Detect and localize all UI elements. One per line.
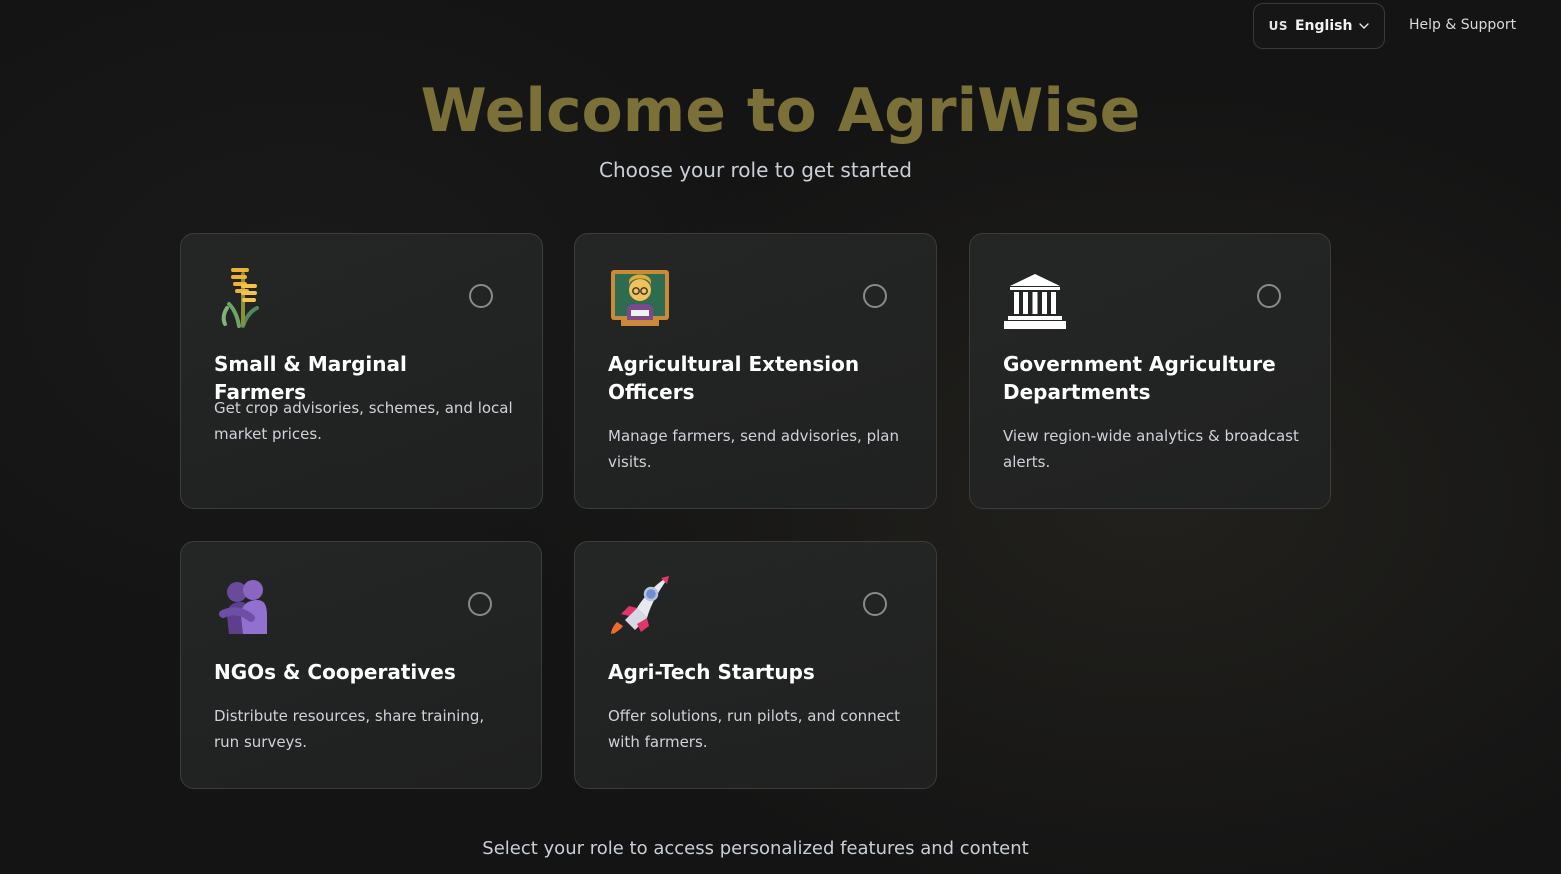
- role-card-extension-officers[interactable]: Agricultural Extension Officers Manage f…: [574, 233, 937, 509]
- role-radio[interactable]: [1257, 284, 1281, 308]
- role-title: Government Agriculture Departments: [1003, 352, 1276, 404]
- role-card-government[interactable]: Government Agriculture Departments View …: [969, 233, 1331, 509]
- role-description: View region-wide analytics & broadcast a…: [1003, 427, 1299, 471]
- help-support-link[interactable]: Help & Support: [1409, 17, 1516, 33]
- role-radio[interactable]: [863, 592, 887, 616]
- role-card-agritech-startups[interactable]: Agri-Tech Startups Offer solutions, run …: [574, 541, 937, 789]
- page-title: Welcome to AgriWise: [420, 76, 1141, 146]
- language-selector[interactable]: US English: [1253, 3, 1385, 49]
- role-card-farmers[interactable]: Small & Marginal Farmers Get crop adviso…: [180, 233, 543, 509]
- role-title: Agri-Tech Startups: [608, 660, 815, 684]
- chevron-down-icon: [1359, 23, 1370, 29]
- sheaf-of-rice-icon: [221, 268, 259, 328]
- language-code: US: [1268, 19, 1288, 33]
- teacher-icon: [611, 270, 669, 326]
- language-label: English: [1294, 18, 1353, 34]
- role-title: Agricultural Extension Officers: [608, 352, 860, 404]
- role-description: Get crop advisories, schemes, and local …: [214, 399, 513, 443]
- role-card-ngos[interactable]: NGOs & Cooperatives Distribute resources…: [180, 541, 542, 789]
- role-description: Offer solutions, run pilots, and connect…: [608, 707, 901, 751]
- page-subtitle: Choose your role to get started: [599, 158, 912, 182]
- role-radio[interactable]: [468, 592, 492, 616]
- footer-note: Select your role to access personalized …: [482, 838, 1029, 859]
- role-radio[interactable]: [863, 284, 887, 308]
- role-description: Distribute resources, share training, ru…: [214, 707, 485, 751]
- people-hugging-icon: [219, 580, 267, 634]
- role-description: Manage farmers, send advisories, plan vi…: [608, 427, 899, 471]
- rocket-icon: [611, 576, 669, 634]
- classical-building-icon: [1004, 274, 1066, 329]
- role-title: NGOs & Cooperatives: [214, 660, 456, 684]
- role-radio[interactable]: [469, 284, 493, 308]
